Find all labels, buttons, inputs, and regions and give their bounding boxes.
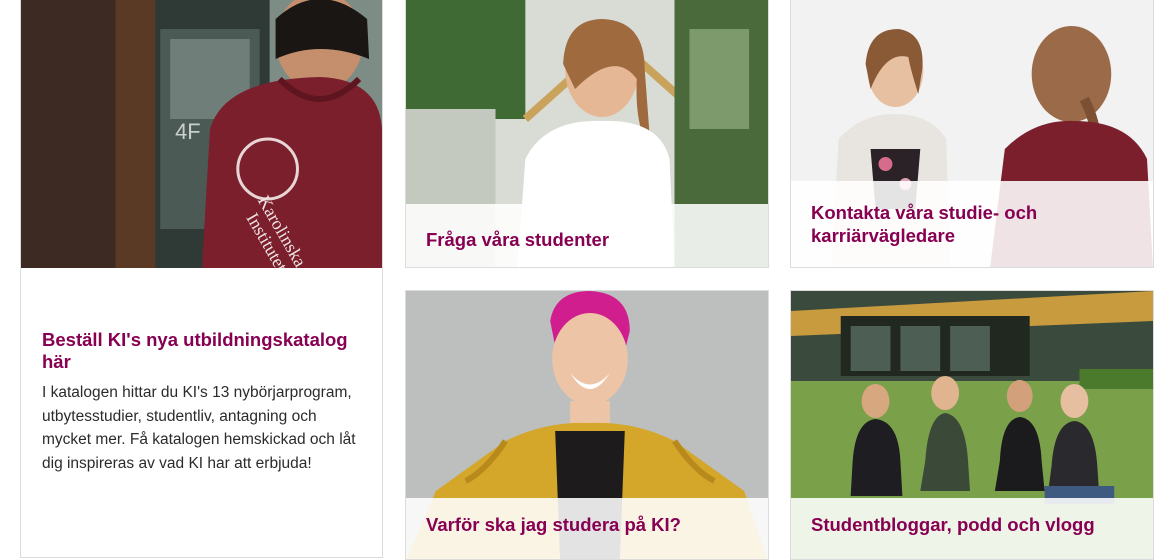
catalog-card[interactable]: 4F Karolinska Institutet Beställ KI's ny… xyxy=(20,0,383,558)
why-study-card[interactable]: Varför ska jag studera på KI? xyxy=(405,290,769,560)
why-study-title[interactable]: Varför ska jag studera på KI? xyxy=(426,513,681,536)
svg-text:4F: 4F xyxy=(175,119,201,144)
contact-advisors-title[interactable]: Kontakta våra studie- och karriärvägleda… xyxy=(811,201,1133,247)
ask-students-card[interactable]: Fråga våra studenter xyxy=(405,0,769,268)
catalog-photo: 4F Karolinska Institutet xyxy=(21,0,382,268)
contact-advisors-card[interactable]: Kontakta våra studie- och karriärvägleda… xyxy=(790,0,1154,268)
catalog-description: I katalogen hittar du KI's 13 nybörjarpr… xyxy=(42,384,356,472)
ask-students-title[interactable]: Fråga våra studenter xyxy=(426,228,609,251)
catalog-body: Beställ KI's nya utbildningskatalog här … xyxy=(42,329,367,475)
contact-advisors-caption: Kontakta våra studie- och karriärvägleda… xyxy=(791,181,1153,267)
catalog-title[interactable]: Beställ KI's nya utbildningskatalog här xyxy=(42,329,367,373)
student-blogs-title[interactable]: Studentbloggar, podd och vlogg xyxy=(811,513,1095,536)
student-blogs-card[interactable]: Studentbloggar, podd och vlogg xyxy=(790,290,1154,560)
ask-students-caption: Fråga våra studenter xyxy=(406,204,768,267)
